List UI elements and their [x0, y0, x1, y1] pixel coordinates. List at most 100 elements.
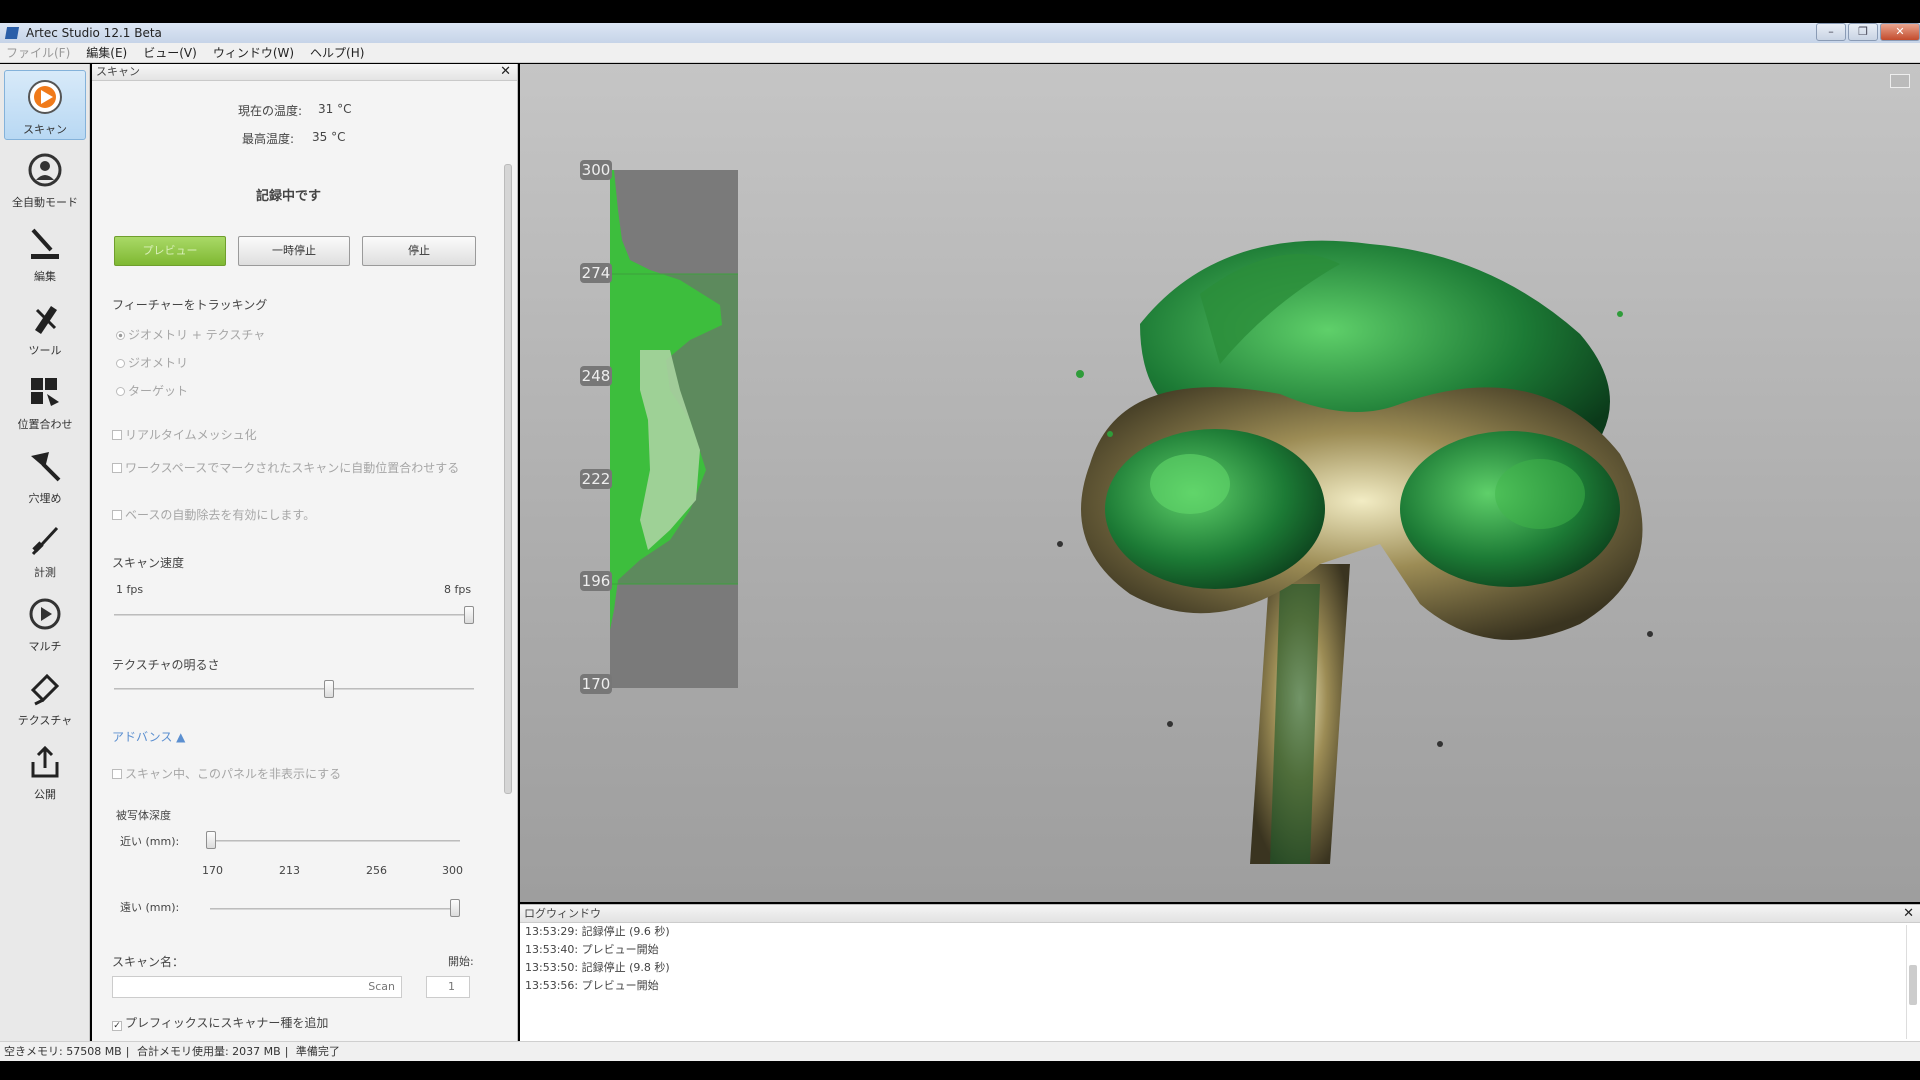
multi-icon: [23, 592, 67, 636]
scan-panel-header: スキャン ✕: [92, 64, 517, 81]
window-controls: – ❐ ✕: [1814, 23, 1920, 43]
depth-histogram-graphic: [610, 170, 738, 688]
tracking-heading: フィーチャーをトラッキング: [112, 298, 268, 312]
tools-icon: [23, 296, 67, 340]
base-removal-checkbox[interactable]: ベースの自動除去を有効にします。: [112, 506, 315, 523]
close-icon[interactable]: ✕: [500, 64, 511, 80]
app-window: Artec Studio 12.1 Beta – ❐ ✕ ファイル(F) 編集(…: [0, 0, 1920, 1080]
maximize-button[interactable]: ❐: [1848, 23, 1878, 41]
tool-scan[interactable]: スキャン: [4, 70, 86, 140]
tracking-option-label: ジオメトリ: [128, 356, 189, 370]
advanced-toggle[interactable]: アドバンス ▲: [112, 728, 185, 745]
measure-icon: [23, 518, 67, 562]
tool-publish[interactable]: 公開: [4, 736, 86, 806]
log-line: 13:53:29: 記録停止 (9.6 秒): [525, 925, 670, 938]
radio-icon: [116, 387, 125, 396]
left-toolbar: スキャン 全自動モード 編集 ツール 位置合わせ 穴埋め 計測 マルチ テクスチ…: [0, 64, 90, 1041]
status-separator: |: [284, 1045, 289, 1058]
panel-scroll-thumb[interactable]: [504, 164, 512, 794]
auto-align-checkbox[interactable]: ワークスペースでマークされたスキャンに自動位置合わせする: [112, 459, 459, 476]
speed-max-label: 8 fps: [444, 583, 472, 596]
log-window-header: ログウィンドウ ✕: [520, 905, 1920, 923]
histogram-tick: 274: [580, 263, 612, 283]
histogram-tick: 170: [580, 674, 612, 694]
align-icon: [23, 370, 67, 414]
scanned-mask-model: [1057, 240, 1653, 864]
menu-help[interactable]: ヘルプ(H): [310, 44, 364, 61]
menu-file[interactable]: ファイル(F): [6, 44, 70, 61]
brightness-heading: テクスチャの明るさ: [112, 658, 220, 672]
tool-multi-label: マルチ: [28, 640, 62, 653]
temp-max-value: 35 °C: [312, 130, 346, 144]
tool-edit-label: 編集: [34, 270, 56, 283]
tool-autopilot[interactable]: 全自動モード: [4, 144, 86, 214]
speed-heading: スキャン速度: [112, 556, 185, 570]
tool-texture[interactable]: テクスチャ: [4, 662, 86, 732]
tool-align[interactable]: 位置合わせ: [4, 366, 86, 436]
log-line: 13:53:50: 記録停止 (9.8 秒): [525, 961, 670, 974]
tool-texture-label: テクスチャ: [17, 714, 73, 727]
scan-play-icon: [23, 75, 67, 119]
checkbox-icon: [112, 1021, 122, 1031]
stop-button[interactable]: 停止: [362, 236, 476, 266]
histogram-tick: 300: [580, 160, 612, 180]
depth-histogram: 300 274 248 222 196 170: [580, 160, 742, 694]
far-slider-thumb[interactable]: [450, 899, 460, 917]
tool-autopilot-label: 全自動モード: [12, 196, 78, 209]
log-scroll-thumb[interactable]: [1909, 965, 1917, 1005]
tool-tools-label: ツール: [28, 344, 62, 357]
checkbox-label: ワークスペースでマークされたスキャンに自動位置合わせする: [125, 461, 460, 475]
close-icon[interactable]: ✕: [1903, 905, 1914, 922]
checkbox-icon: [112, 430, 122, 440]
tracking-option-target[interactable]: ターゲット: [116, 382, 188, 399]
depth-heading: 被写体深度: [116, 809, 171, 822]
tool-tools[interactable]: ツール: [4, 292, 86, 362]
menu-view[interactable]: ビュー(V): [143, 44, 197, 61]
tool-fix-holes[interactable]: 穴埋め: [4, 440, 86, 510]
prefix-scanner-checkbox[interactable]: プレフィックスにスキャナー種を追加: [112, 1014, 328, 1031]
brightness-slider-thumb[interactable]: [324, 680, 334, 698]
scan-panel: スキャン ✕ 現在の温度: 31 °C 最高温度: 35 °C 記録中です プレ…: [92, 64, 518, 1041]
app-logo-icon: [4, 27, 20, 39]
speed-slider-thumb[interactable]: [464, 606, 474, 624]
near-label: 近い (mm):: [120, 835, 180, 848]
viewport-menu-icon[interactable]: [1890, 74, 1910, 88]
3d-viewport[interactable]: 300 274 248 222 196 170: [520, 64, 1920, 902]
tool-measure-label: 計測: [34, 566, 56, 579]
temp-current-value: 31 °C: [318, 102, 352, 116]
log-line: 13:53:40: プレビュー開始: [525, 943, 659, 956]
status-separator: |: [125, 1045, 130, 1058]
close-button[interactable]: ✕: [1880, 23, 1920, 41]
eraser-icon: [23, 222, 67, 266]
tool-measure[interactable]: 計測: [4, 514, 86, 584]
menu-window[interactable]: ウィンドウ(W): [213, 44, 294, 61]
preview-button[interactable]: プレビュー: [114, 236, 226, 266]
tracking-option-geometry[interactable]: ジオメトリ: [116, 354, 188, 371]
temp-current-label: 現在の温度:: [238, 104, 303, 118]
checkbox-label: プレフィックスにスキャナー種を追加: [125, 1016, 329, 1030]
scan-name-label: スキャン名：: [112, 955, 185, 969]
tool-multi[interactable]: マルチ: [4, 588, 86, 658]
checkbox-label: スキャン中、このパネルを非表示にする: [125, 767, 342, 781]
tracking-option-label: ジオメトリ + テクスチャ: [128, 328, 266, 342]
checkbox-label: リアルタイムメッシュ化: [125, 428, 257, 442]
pause-button[interactable]: 一時停止: [238, 236, 350, 266]
scan-name-input[interactable]: Scan: [112, 976, 402, 998]
panel-scrollbar[interactable]: [503, 84, 513, 1034]
tool-edit[interactable]: 編集: [4, 218, 86, 288]
depth-tick: 213: [279, 864, 300, 877]
tracking-option-geo-texture[interactable]: ジオメトリ + テクスチャ: [116, 326, 265, 343]
autopilot-icon: [23, 148, 67, 192]
far-slider-track: [210, 908, 460, 910]
hide-panel-checkbox[interactable]: スキャン中、このパネルを非表示にする: [112, 765, 341, 782]
start-number-stepper[interactable]: 1: [426, 976, 470, 998]
realtime-mesh-checkbox[interactable]: リアルタイムメッシュ化: [112, 426, 257, 443]
near-slider-thumb[interactable]: [206, 831, 216, 849]
used-memory-text: 合計メモリ使用量: 2037 MB: [136, 1045, 281, 1058]
log-window-title: ログウィンドウ: [524, 907, 601, 920]
log-line: 13:53:56: プレビュー開始: [525, 979, 659, 992]
log-scrollbar[interactable]: [1906, 925, 1918, 1039]
speed-slider-track: [114, 614, 474, 616]
minimize-button[interactable]: –: [1816, 23, 1846, 41]
menu-edit[interactable]: 編集(E): [86, 44, 127, 61]
